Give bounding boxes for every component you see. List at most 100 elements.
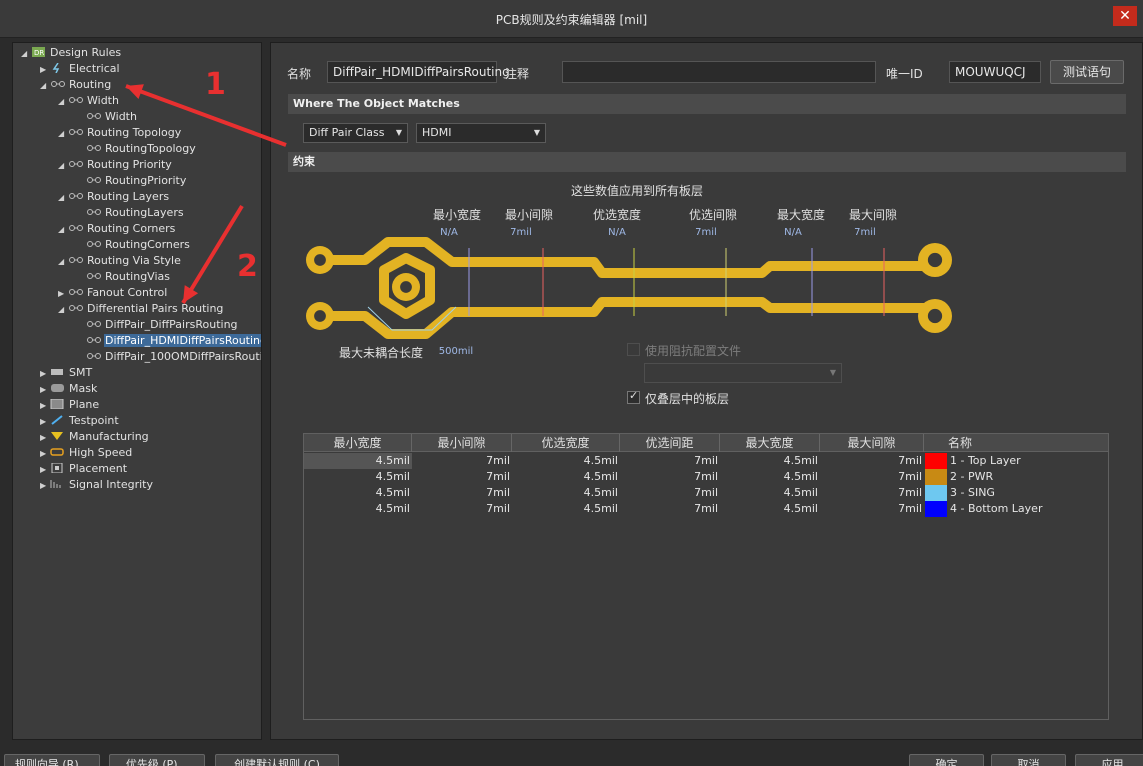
table-cell[interactable]: 7mil (820, 469, 922, 485)
table-row[interactable]: 4.5mil 7mil 4.5mil 7mil 4.5mil 7mil 2 - PWR (304, 469, 1108, 485)
impedance-profile-checkbox[interactable] (627, 343, 640, 356)
table-cell[interactable]: 4.5mil (304, 485, 410, 501)
table-cell[interactable]: 4.5mil (720, 469, 818, 485)
table-cell[interactable]: 4.5mil (304, 453, 410, 469)
tree-item-routingvias[interactable]: RoutingVias (76, 269, 171, 285)
max-width-value[interactable]: N/A (753, 227, 833, 238)
tree-item-routing-via-style[interactable]: ◢ Routing Via Style (58, 253, 182, 269)
column-header[interactable]: 名称 (924, 434, 1108, 452)
rules-tree[interactable]: ◢ DR Design Rules ▶ Electrical ◢ Routing ◢ Width… (12, 42, 262, 740)
scope-value-select[interactable]: HDMI ▼ (416, 123, 546, 143)
expand-triangle-icon[interactable]: ▶ (40, 462, 50, 478)
expand-triangle-icon[interactable]: ▶ (40, 478, 50, 494)
tree-item-plane[interactable]: ▶ Plane (40, 397, 100, 413)
tree-item-differential-pairs-routing[interactable]: ◢ Differential Pairs Routing (58, 301, 224, 317)
test-query-button[interactable]: 测试语句 (1050, 60, 1124, 84)
column-header[interactable]: 最大宽度 (720, 434, 820, 452)
impedance-profile-select[interactable]: ▼ (644, 363, 842, 383)
table-row[interactable]: 4.5mil 7mil 4.5mil 7mil 4.5mil 7mil 1 - Top La… (304, 453, 1108, 469)
table-cell[interactable]: 4.5mil (512, 453, 618, 469)
max-gap-value[interactable]: 7mil (825, 227, 905, 238)
rule-wizard-button[interactable]: 规则向导 (R)... (4, 754, 100, 766)
tree-item-mask[interactable]: ▶ Mask (40, 381, 98, 397)
close-button[interactable]: ✕ (1113, 6, 1137, 26)
column-header[interactable]: 优选间距 (620, 434, 720, 452)
table-cell[interactable]: 7mil (620, 469, 718, 485)
collapse-triangle-icon[interactable]: ◢ (58, 222, 68, 238)
table-cell[interactable]: 4.5mil (304, 469, 410, 485)
table-cell[interactable]: 7mil (412, 485, 510, 501)
min-gap-value[interactable]: 7mil (481, 227, 561, 238)
table-cell[interactable]: 7mil (820, 485, 922, 501)
tree-item-routingcorners[interactable]: RoutingCorners (76, 237, 191, 253)
cancel-button[interactable]: 取消 (991, 754, 1066, 766)
column-header[interactable]: 最小间隙 (412, 434, 512, 452)
table-cell[interactable]: 4.5mil (512, 485, 618, 501)
column-header[interactable]: 最大间隙 (820, 434, 924, 452)
table-cell[interactable]: 4.5mil (512, 501, 618, 517)
tree-item-routingtopology[interactable]: RoutingTopology (76, 141, 197, 157)
ok-button[interactable]: 确定 (909, 754, 984, 766)
table-cell[interactable]: 4.5mil (304, 501, 410, 517)
expand-triangle-icon[interactable]: ▶ (40, 382, 50, 398)
collapse-triangle-icon[interactable]: ◢ (58, 158, 68, 174)
tree-item-high-speed[interactable]: ▶ High Speed (40, 445, 133, 461)
tree-item-manufacturing[interactable]: ▶ Manufacturing (40, 429, 150, 445)
scope-type-select[interactable]: Diff Pair Class ▼ (303, 123, 408, 143)
column-header[interactable]: 优选宽度 (512, 434, 620, 452)
tree-item-design-rules[interactable]: ◢ DR Design Rules (21, 45, 122, 61)
expand-triangle-icon[interactable]: ▶ (58, 286, 68, 302)
tree-item-width[interactable]: ◢ Width (58, 93, 120, 109)
tree-item-signal-integrity[interactable]: ▶ Signal Integrity (40, 477, 154, 493)
expand-triangle-icon[interactable]: ▶ (40, 62, 50, 78)
tree-item-electrical[interactable]: ▶ Electrical (40, 61, 121, 77)
tree-item-routinglayers[interactable]: RoutingLayers (76, 205, 185, 221)
table-row[interactable]: 4.5mil 7mil 4.5mil 7mil 4.5mil 7mil 3 - SING (304, 485, 1108, 501)
expand-triangle-icon[interactable]: ▶ (40, 366, 50, 382)
create-default-rules-button[interactable]: 创建默认规则 (C) (215, 754, 339, 766)
table-row[interactable]: 4.5mil 7mil 4.5mil 7mil 4.5mil 7mil 4 - Bottom… (304, 501, 1108, 517)
preferred-width-value[interactable]: N/A (577, 227, 657, 238)
min-width-value[interactable]: N/A (409, 227, 489, 238)
expand-triangle-icon[interactable]: ▶ (40, 398, 50, 414)
table-cell[interactable]: 7mil (412, 469, 510, 485)
tree-item-testpoint[interactable]: ▶ Testpoint (40, 413, 120, 429)
table-cell[interactable]: 4.5mil (720, 485, 818, 501)
tree-item-diffpair-hdmidiffpairsrouting[interactable]: DiffPair_HDMIDiffPairsRouting (76, 333, 261, 349)
tree-item-diffpair-100omdiffpairsrouting[interactable]: DiffPair_100OMDiffPairsRouting (76, 349, 261, 365)
table-cell[interactable]: 7mil (620, 453, 718, 469)
collapse-triangle-icon[interactable]: ◢ (40, 78, 50, 94)
collapse-triangle-icon[interactable]: ◢ (58, 302, 68, 318)
layer-constraints-table[interactable]: 最小宽度 最小间隙 优选宽度 优选间距 最大宽度 最大间隙 名称 4.5mil 7mil 4.5… (303, 433, 1109, 720)
tree-item-routing-priority[interactable]: ◢ Routing Priority (58, 157, 173, 173)
table-cell[interactable]: 4.5mil (720, 501, 818, 517)
name-field[interactable]: DiffPair_HDMIDiffPairsRouting (327, 61, 510, 83)
expand-triangle-icon[interactable]: ▶ (40, 430, 50, 446)
collapse-triangle-icon[interactable]: ◢ (58, 126, 68, 142)
table-cell[interactable]: 7mil (820, 501, 922, 517)
tree-item-smt[interactable]: ▶ SMT (40, 365, 93, 381)
max-uncoupled-length-value[interactable]: 500mil (416, 346, 496, 357)
table-cell[interactable]: 7mil (412, 453, 510, 469)
comment-field[interactable] (562, 61, 876, 83)
table-cell[interactable]: 7mil (820, 453, 922, 469)
tree-item-routing-corners[interactable]: ◢ Routing Corners (58, 221, 176, 237)
preferred-gap-value[interactable]: 7mil (666, 227, 746, 238)
priority-button[interactable]: 优先级 (P)... (109, 754, 205, 766)
tree-item-routing-topology[interactable]: ◢ Routing Topology (58, 125, 182, 141)
tree-item-routing[interactable]: ◢ Routing (40, 77, 112, 93)
table-cell[interactable]: 7mil (412, 501, 510, 517)
tree-item-width[interactable]: Width (76, 109, 138, 125)
unique-id-field[interactable]: MOUWUQCJ (949, 61, 1041, 83)
expand-triangle-icon[interactable]: ▶ (40, 446, 50, 462)
expand-triangle-icon[interactable]: ▶ (40, 414, 50, 430)
table-cell[interactable]: 7mil (620, 501, 718, 517)
column-header[interactable]: 最小宽度 (304, 434, 412, 452)
collapse-triangle-icon[interactable]: ◢ (58, 254, 68, 270)
apply-button[interactable]: 应用 (1075, 754, 1143, 766)
tree-item-placement[interactable]: ▶ Placement (40, 461, 128, 477)
collapse-triangle-icon[interactable]: ◢ (21, 46, 31, 62)
collapse-triangle-icon[interactable]: ◢ (58, 94, 68, 110)
tree-item-diffpair-diffpairsrouting[interactable]: DiffPair_DiffPairsRouting (76, 317, 239, 333)
tree-item-fanout-control[interactable]: ▶ Fanout Control (58, 285, 168, 301)
